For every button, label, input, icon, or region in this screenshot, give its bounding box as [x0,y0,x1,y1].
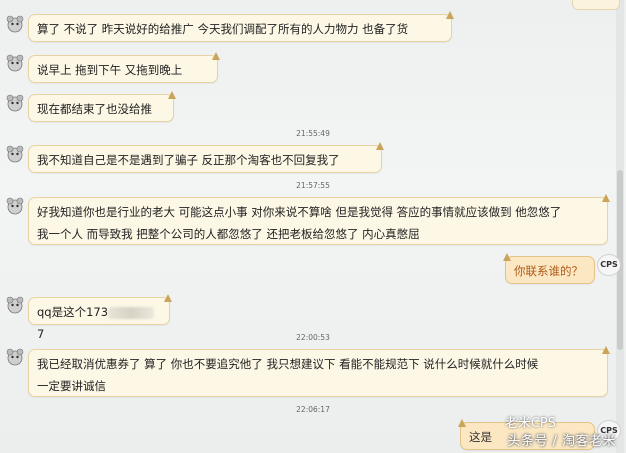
message-text: 现在都结束了也没给推 [37,102,152,116]
bubble-decoration-icon [458,419,466,427]
message-bubble: 算了 不说了 昨天说好的给推广 今天我们调配了所有的人力物力 也备了货 [28,11,454,42]
timestamp: 21:55:49 [296,129,330,138]
message-text: 说早上 拖到下午 又拖到晚上 [37,63,183,77]
avatar-icon [6,145,24,163]
avatar-icon [6,54,24,72]
message-bubble: 好我知道你也是行业的老大 可能这点小事 对你来说不算啥 但是我觉得 答应的事情就… [28,194,610,245]
message-text: 这是 [469,430,492,444]
bubble-decoration-icon [602,346,610,354]
avatar-icon [6,15,24,33]
watermark-logo: 老米CPS [504,416,556,431]
message-text: qq是这个173 [37,305,109,319]
message-bubble: 我已经取消优惠券了 算了 你也不要追究他了 我只想建议下 看能不能规范下 说什么… [28,346,610,397]
previous-message-bubble [572,0,620,10]
timestamp: 21:57:55 [296,181,330,190]
bubble-decoration-icon [164,294,172,302]
message-bubble: qq是这个1737 [28,294,172,341]
message-text: 我不知道自己是不是遇到了骗子 反正那个淘客也不回复我了 [37,153,340,167]
cps-avatar: CPS [597,254,621,276]
avatar-icon [6,94,24,112]
bubble-decoration-icon [446,11,454,19]
timestamp: 22:00:53 [296,333,330,342]
message-text-line: 一定要讲诚信 [37,379,106,393]
message-text-line: 我已经取消优惠券了 算了 你也不要追究他了 我只想建议下 看能不能规范下 说什么… [37,357,539,371]
avatar-icon [6,197,24,215]
bubble-decoration-icon [168,91,176,99]
message-text: 你联系谁的？ [514,264,583,278]
bubble-decoration-icon [376,142,384,150]
message-text: 算了 不说了 昨天说好的给推广 今天我们调配了所有的人力物力 也备了货 [37,22,409,36]
avatar-icon [6,348,24,366]
bubble-decoration-icon [602,194,610,202]
bubble-decoration-icon [212,52,220,60]
message-bubble: 说早上 拖到下午 又拖到晚上 [28,52,220,83]
avatar-icon [6,296,24,314]
message-text-line: 我一个人 而导致我 把整个公司的人都忽悠了 还把老板给忽悠了 内心真憋屈 [37,227,420,241]
redacted-blur [108,306,155,319]
sent-message-bubble: 你联系谁的？ [503,253,595,284]
watermark-text: 头条号 / 淘客老米 [507,434,616,449]
message-bubble: 我不知道自己是不是遇到了骗子 反正那个淘客也不回复我了 [28,142,384,173]
message-text-line: 好我知道你也是行业的老大 可能这点小事 对你来说不算啥 但是我觉得 答应的事情就… [37,205,562,219]
bubble-decoration-icon [503,253,511,261]
message-bubble: 现在都结束了也没给推 [28,91,176,122]
scrollbar[interactable] [616,0,624,453]
